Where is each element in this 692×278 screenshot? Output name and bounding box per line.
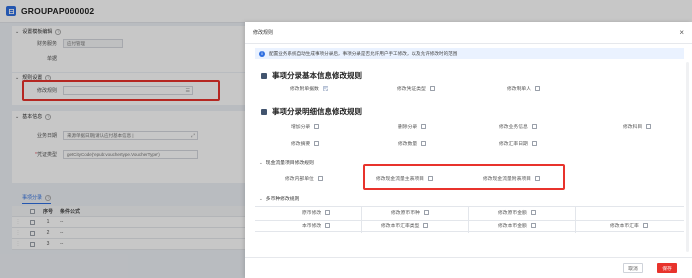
opt-voucher-type[interactable]: 修改凭证类型	[397, 85, 435, 92]
close-icon[interactable]: ×	[679, 28, 684, 37]
opt-add-entry[interactable]: 增加分录	[291, 123, 320, 130]
checkbox[interactable]	[530, 223, 536, 228]
caret-down-icon: ⌄	[259, 159, 263, 165]
cashflow-rules-header[interactable]: ⌄ 现金流量项目修改规则	[259, 159, 314, 167]
opt-orig-amount[interactable]: 修改原币金额	[498, 209, 536, 216]
opt-local-currency-edit[interactable]: 本币修改	[302, 222, 331, 229]
info-notice: i 配置业务系统自动生成事项分录后，事项分录是否允许用户手工修改，以及允许修改时…	[255, 48, 684, 59]
checkbox[interactable]	[421, 124, 427, 129]
checkbox[interactable]	[314, 124, 320, 129]
section-marker-icon	[261, 72, 267, 79]
info-icon: i	[259, 50, 265, 57]
opt-local-rate[interactable]: 修改本币汇率	[610, 222, 648, 229]
drawer-scrollbar[interactable]	[686, 62, 689, 252]
opt-orig-currency-edit[interactable]: 原币修改	[302, 209, 331, 216]
section-marker-icon	[261, 108, 267, 115]
checkbox[interactable]	[325, 210, 331, 215]
opt-local-rate-type[interactable]: 修改本币汇率类型	[381, 222, 429, 229]
detail-rules-header: 事项分录明细信息修改规则	[261, 106, 362, 117]
opt-orig-currency-type[interactable]: 修改原币币种	[391, 209, 429, 216]
multicurrency-rules-header[interactable]: ⌄ 多币种修改规则	[259, 195, 299, 203]
opt-internal-unit[interactable]: 修改内部单位	[285, 175, 323, 182]
checkbox[interactable]	[423, 210, 429, 215]
checkbox[interactable]	[423, 223, 429, 228]
cancel-button[interactable]: 取消	[623, 263, 643, 273]
opt-account[interactable]: 修改科目	[623, 123, 652, 130]
checkbox[interactable]	[642, 223, 648, 228]
caret-down-icon: ⌄	[259, 195, 263, 201]
checkbox-checked[interactable]	[322, 86, 328, 91]
drawer-header: 修改规则 ×	[245, 22, 692, 44]
opt-quantity[interactable]: 修改数量	[398, 140, 427, 147]
checkbox[interactable]	[429, 86, 435, 91]
opt-delete-entry[interactable]: 删除分录	[398, 123, 427, 130]
checkbox[interactable]	[535, 86, 540, 91]
opt-local-amount[interactable]: 修改本币金额	[498, 222, 536, 229]
drawer-footer: 取消 保存	[245, 257, 692, 278]
opt-attachment-count[interactable]: 修改附单据数	[290, 85, 328, 92]
checkbox[interactable]	[530, 210, 536, 215]
basic-rules-header: 事项分录基本信息修改规则	[261, 70, 362, 81]
checkbox[interactable]	[646, 124, 652, 129]
checkbox[interactable]	[421, 141, 427, 146]
opt-rate-date[interactable]: 修改汇率日期	[499, 140, 537, 147]
opt-business-info[interactable]: 修改业务信息	[499, 123, 537, 130]
highlight-cashflow-box	[363, 164, 565, 190]
opt-preparer[interactable]: 修改制单人	[507, 85, 540, 92]
drawer-title: 修改规则	[253, 30, 274, 36]
modify-rules-drawer: 修改规则 × i 配置业务系统自动生成事项分录后，事项分录是否允许用户手工修改，…	[245, 22, 692, 278]
checkbox[interactable]	[314, 141, 320, 146]
checkbox[interactable]	[317, 176, 323, 181]
checkbox[interactable]	[531, 141, 537, 146]
save-button[interactable]: 保存	[657, 263, 677, 273]
checkbox[interactable]	[325, 223, 331, 228]
opt-summary[interactable]: 修改摘要	[291, 140, 320, 147]
checkbox[interactable]	[531, 124, 537, 129]
